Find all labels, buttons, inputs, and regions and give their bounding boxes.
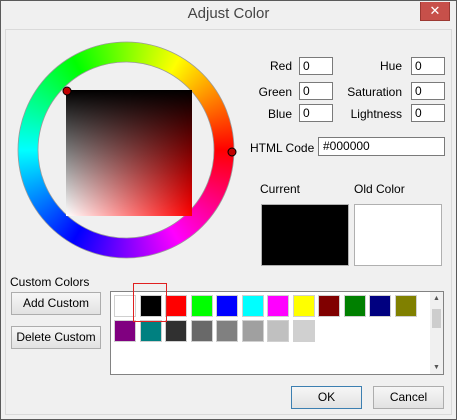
current-label: Current bbox=[260, 182, 301, 196]
custom-color-swatch[interactable] bbox=[318, 295, 340, 317]
old-color-preview bbox=[354, 204, 442, 266]
custom-color-swatch[interactable] bbox=[369, 295, 391, 317]
green-input[interactable]: 0 bbox=[299, 82, 333, 100]
custom-color-swatch[interactable] bbox=[190, 320, 213, 342]
saturation-input[interactable]: 0 bbox=[411, 82, 445, 100]
custom-color-swatch[interactable] bbox=[165, 295, 187, 317]
hue-knob-icon[interactable] bbox=[227, 147, 237, 157]
current-color-preview bbox=[261, 204, 349, 266]
custom-color-swatch[interactable] bbox=[267, 320, 289, 342]
close-button[interactable]: ✕ bbox=[420, 2, 450, 21]
scroll-up-icon[interactable]: ▲ bbox=[430, 292, 443, 305]
custom-color-swatch[interactable] bbox=[114, 320, 136, 342]
lightness-input[interactable]: 0 bbox=[411, 104, 445, 122]
custom-color-swatch[interactable] bbox=[190, 295, 213, 317]
dialog-body: Red 0 Green 0 Blue 0 Hue 0 Saturation 0 … bbox=[5, 29, 452, 415]
custom-color-swatch[interactable] bbox=[394, 295, 417, 317]
custom-color-swatch[interactable] bbox=[139, 320, 162, 342]
custom-color-swatch[interactable] bbox=[292, 320, 315, 342]
cancel-button[interactable]: Cancel bbox=[373, 386, 444, 409]
hue-label: Hue bbox=[379, 59, 402, 73]
ok-button[interactable]: OK bbox=[291, 386, 362, 409]
add-custom-button[interactable]: Add Custom bbox=[11, 292, 101, 315]
palette-scrollbar[interactable]: ▲ ▼ bbox=[430, 292, 443, 374]
sv-knob-icon[interactable] bbox=[62, 86, 72, 96]
custom-color-swatch[interactable] bbox=[241, 295, 264, 317]
custom-color-swatch[interactable] bbox=[216, 320, 238, 342]
saturation-label: Saturation bbox=[347, 85, 402, 99]
custom-color-swatch[interactable] bbox=[241, 320, 264, 342]
green-label: Green bbox=[258, 85, 292, 99]
custom-colors-label: Custom Colors bbox=[10, 275, 90, 289]
scrollbar-thumb[interactable] bbox=[432, 309, 441, 328]
adjust-color-dialog: Adjust Color ✕ Red 0 Green 0 Blue 0 Hue … bbox=[0, 0, 457, 420]
hue-input[interactable]: 0 bbox=[411, 57, 445, 75]
red-input[interactable]: 0 bbox=[299, 57, 333, 75]
selected-swatch-indicator bbox=[133, 283, 167, 322]
custom-color-swatch[interactable] bbox=[343, 295, 366, 317]
red-label: Red bbox=[269, 59, 292, 73]
delete-custom-button[interactable]: Delete Custom bbox=[11, 326, 101, 349]
custom-color-swatch[interactable] bbox=[165, 320, 187, 342]
color-wheel[interactable] bbox=[11, 35, 241, 265]
custom-color-swatch[interactable] bbox=[292, 295, 315, 317]
scroll-down-icon[interactable]: ▼ bbox=[430, 361, 443, 374]
html-code-label: HTML Code bbox=[250, 141, 315, 155]
close-icon: ✕ bbox=[429, 3, 441, 18]
blue-input[interactable]: 0 bbox=[299, 104, 333, 122]
html-code-input[interactable]: #000000 bbox=[318, 137, 445, 156]
old-color-label: Old Color bbox=[354, 182, 405, 196]
custom-color-swatch[interactable] bbox=[216, 295, 238, 317]
window-title: Adjust Color bbox=[187, 5, 270, 22]
lightness-label: Lightness bbox=[350, 107, 402, 121]
blue-label: Blue bbox=[267, 107, 292, 121]
custom-color-swatch[interactable] bbox=[267, 295, 289, 317]
title-bar: Adjust Color ✕ bbox=[1, 1, 456, 27]
